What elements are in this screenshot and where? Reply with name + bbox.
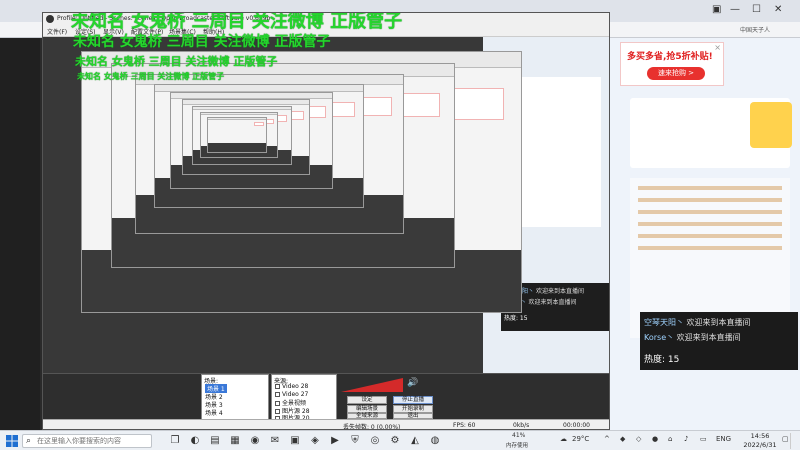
photos-icon[interactable]: ▣: [288, 434, 302, 448]
chrome-icon[interactable]: ◉: [248, 434, 262, 448]
audio-meter-fill: [341, 378, 403, 392]
watermark-text: 未知名 女鬼桥 三周目 关注微博 正版管子: [73, 34, 331, 50]
search-icon: ⌕: [26, 436, 32, 446]
clock-time: 14:56: [750, 432, 770, 440]
promo-close-icon[interactable]: ×: [714, 43, 721, 52]
search-input[interactable]: [37, 437, 149, 445]
start-record-button[interactable]: 开始录制: [393, 405, 433, 413]
mail-icon[interactable]: ✉: [268, 434, 282, 448]
tray-app-icon[interactable]: ◇: [636, 435, 641, 443]
cpu-usage: 41%: [512, 432, 526, 439]
shield-icon[interactable]: ⛨: [348, 434, 362, 448]
scenes-panel: 场景: 场景 1 场景 2 场景 3 场景 4: [201, 374, 269, 420]
task-view-icon[interactable]: ❐: [168, 434, 182, 448]
green-app-icon[interactable]: ◎: [368, 434, 382, 448]
sources-panel: 来源: Video 28Video 27全景视频图片源 28图片源 20图片源 …: [271, 374, 337, 420]
mirror-title: [201, 112, 278, 116]
tray-app-icon[interactable]: ●: [652, 435, 658, 443]
embedded-heat: 热度: 15: [504, 315, 528, 322]
mirror-dock: [207, 143, 267, 152]
minimize-icon[interactable]: —: [730, 4, 740, 15]
obs-icon[interactable]: ◍: [428, 434, 442, 448]
battery-icon[interactable]: ▭: [700, 435, 707, 443]
bookmark-label[interactable]: 中国天子人: [740, 25, 770, 34]
browser-left-sidebar: [0, 38, 40, 430]
edit-scene-button[interactable]: 编辑场景: [347, 405, 387, 413]
watermark-text: 未知名 女鬼桥 三周目 关注微博 正版管子: [75, 55, 278, 68]
taskbar-search[interactable]: ⌕: [22, 434, 152, 448]
obs-app-icon: [46, 15, 54, 23]
speaker-icon[interactable]: 🔊: [407, 378, 418, 388]
watermark-text: 未知名 女鬼桥 三周目 关注微博 正版管子: [71, 12, 403, 32]
mirror-title: [170, 93, 333, 99]
chat-line: 空琴天阳丶 欢迎来到本直播间: [644, 317, 751, 328]
cpu-label: 内存使用: [506, 443, 529, 449]
chat-line: Korse丶 欢迎来到本直播间: [644, 332, 741, 343]
obs-status-bar: 丢失帧数: 0 (0.00%) FPS: 60 0kb/s 00:00:00: [43, 419, 609, 430]
close-icon[interactable]: ✕: [774, 4, 782, 15]
mirror-title: [207, 117, 267, 120]
language-indicator[interactable]: ENG: [716, 435, 731, 443]
settings-icon[interactable]: ⚙: [388, 434, 402, 448]
edge-icon[interactable]: ◐: [188, 434, 202, 448]
tray-app-icon[interactable]: ◆: [620, 435, 625, 443]
tray-chevron-icon[interactable]: ^: [604, 435, 610, 443]
media-icon[interactable]: ▶: [328, 434, 342, 448]
taskbar: ⌕ ❐ ◐ ▤ ▦ ◉ ✉ ▣ ◈ ▶ ⛨ ◎ ⚙ ◭ ◍ 41% 内存使用 ☁…: [0, 430, 800, 450]
mirror-title: [155, 84, 363, 93]
promo-button[interactable]: 速来抢购 >: [647, 67, 705, 80]
mirror-title: [183, 100, 309, 105]
source-item[interactable]: Video 27: [275, 391, 308, 398]
mirror-promo: [253, 122, 265, 127]
show-desktop-button[interactable]: [790, 433, 798, 449]
audio-meter-desktop: [341, 378, 403, 392]
bitrate-readout: 0kb/s: [513, 422, 530, 429]
system-clock[interactable]: 14:56 2022/6/31: [740, 432, 780, 450]
network-icon[interactable]: ⌂: [668, 435, 672, 443]
file-explorer-icon[interactable]: ▤: [208, 434, 222, 448]
obs-window: Profile: Untitled - Scenes: scenes - Ope…: [42, 12, 610, 430]
chat-nick[interactable]: 空琴天阳丶: [644, 318, 684, 327]
maximize-icon[interactable]: ☐: [752, 4, 761, 15]
source-label: Video 27: [282, 390, 309, 398]
browser-page-content: [610, 38, 800, 430]
menu-file[interactable]: 文件(F): [47, 27, 67, 36]
weather-icon[interactable]: ☁: [560, 435, 567, 443]
mirror-title: [193, 106, 291, 111]
windows-start-icon[interactable]: [5, 434, 19, 448]
volume-icon[interactable]: ♪: [684, 435, 688, 443]
source-visibility-checkbox[interactable]: [275, 384, 280, 389]
heat-counter: 热度: 15: [644, 355, 680, 365]
chat-text: 欢迎来到本直播间: [676, 333, 741, 342]
promo-popup[interactable]: × 多买多省,抢5折补贴! 速来抢购 >: [620, 42, 724, 86]
stream-time: 00:00:00: [563, 422, 590, 429]
source-visibility-checkbox[interactable]: [275, 391, 280, 397]
notification-icon[interactable]: ▢: [782, 435, 789, 443]
settings-button[interactable]: 设定: [347, 396, 387, 404]
obs-dock: 场景: 场景 1 场景 2 场景 3 场景 4 来源: Video 28 Vide…: [43, 373, 609, 420]
fps-readout: FPS: 60: [453, 422, 476, 429]
store-icon[interactable]: ▦: [228, 434, 242, 448]
promo-title: 多买多省,抢5折补贴!: [627, 52, 713, 62]
weather-temp[interactable]: 29°C: [572, 435, 589, 443]
mirror-frame: [206, 116, 268, 153]
clock-date: 2022/6/31: [743, 441, 777, 449]
chat-text: 欢迎来到本直播间: [686, 318, 751, 327]
source-item[interactable]: Video 28: [275, 383, 308, 390]
game-icon[interactable]: ◈: [308, 434, 322, 448]
live-chat-panel: 空琴天阳丶 欢迎来到本直播间 Korse丶 欢迎来到本直播间 热度: 15: [640, 312, 798, 370]
nvidia-icon[interactable]: ◭: [408, 434, 422, 448]
chat-nick[interactable]: Korse丶: [644, 333, 674, 342]
event-banner[interactable]: [750, 102, 792, 148]
window-icon[interactable]: ▣: [712, 4, 721, 15]
stop-live-button[interactable]: 停止直播: [393, 396, 433, 404]
scene-item[interactable]: 场景 4: [205, 408, 223, 417]
dropped-frames: 丢失帧数: 0 (0.00%): [343, 424, 401, 430]
source-label: Video 28: [282, 383, 309, 390]
watermark-text: 未知名 女鬼桥 三周目 关注微博 正版管子: [77, 71, 225, 81]
